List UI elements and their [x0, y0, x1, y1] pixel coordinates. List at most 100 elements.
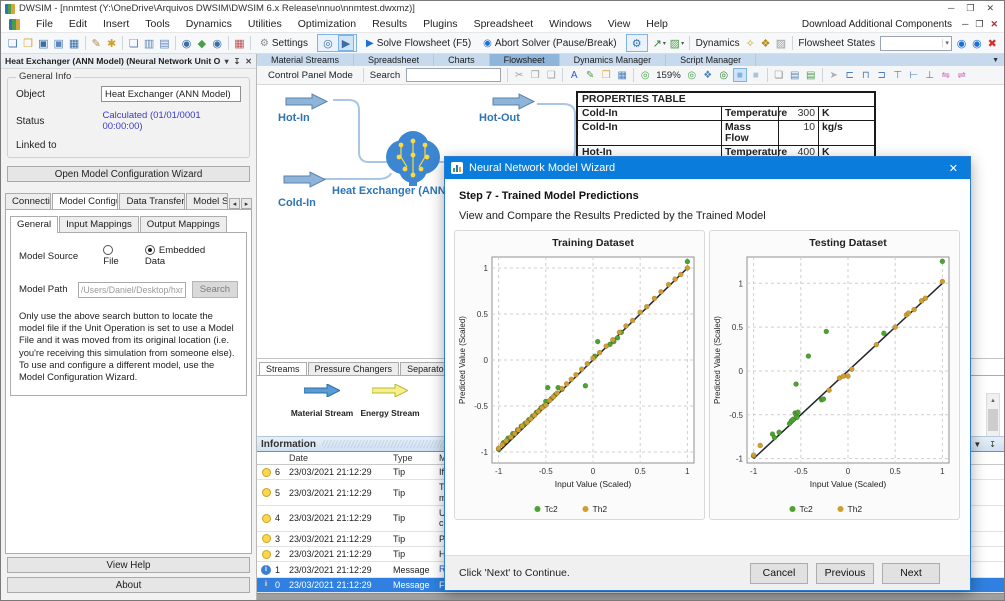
- state-restore-icon[interactable]: ◉: [970, 35, 983, 51]
- inspector-icon[interactable]: ▦: [233, 35, 246, 51]
- label-hot-out[interactable]: Hot-Out: [479, 112, 520, 124]
- tile-vertical-icon[interactable]: ▥: [142, 35, 155, 51]
- tabs-dropdown-icon[interactable]: ▼: [987, 54, 1004, 66]
- menu-file[interactable]: File: [28, 17, 61, 31]
- abort-solver-button[interactable]: ◉Abort Solver (Pause/Break): [480, 37, 619, 50]
- multi-select-icon[interactable]: ➤: [827, 68, 841, 82]
- search-button[interactable]: Search: [192, 281, 238, 298]
- about-button[interactable]: About: [7, 577, 250, 593]
- panel-pin-icon[interactable]: ↧: [989, 440, 996, 449]
- open-model-wizard-button[interactable]: Open Model Configuration Wizard: [7, 166, 250, 182]
- mdi-minimize-icon[interactable]: ─: [962, 19, 968, 30]
- page-setup-icon[interactable]: ❏: [772, 68, 786, 82]
- help-icon[interactable]: ◉: [180, 35, 193, 51]
- palette-tab-streams[interactable]: Streams: [259, 362, 307, 376]
- about-icon[interactable]: ◉: [211, 35, 224, 51]
- minimize-icon[interactable]: ─: [948, 3, 954, 14]
- subtab-output-mappings[interactable]: Output Mappings: [140, 216, 227, 232]
- tile-horizontal-icon[interactable]: ▤: [158, 35, 171, 51]
- menu-plugins[interactable]: Plugins: [415, 17, 465, 31]
- object-name-input[interactable]: [101, 86, 241, 102]
- edit-appearance-icon[interactable]: ✎: [583, 68, 597, 82]
- menu-results[interactable]: Results: [364, 17, 415, 31]
- settings-button[interactable]: ⚙Settings: [257, 37, 311, 50]
- print-icon[interactable]: ▤: [788, 68, 802, 82]
- save-as-icon[interactable]: ▣: [52, 35, 65, 51]
- radio-embedded-icon[interactable]: [145, 245, 155, 255]
- open-file-icon[interactable]: ❒: [21, 35, 34, 51]
- tab-material-streams[interactable]: Material Streams: [257, 54, 354, 66]
- menu-insert[interactable]: Insert: [95, 17, 137, 31]
- tab-scroll-right-icon[interactable]: ▸: [241, 198, 252, 209]
- solve-once-icon[interactable]: ▶: [338, 35, 354, 51]
- tab-spreadsheet[interactable]: Spreadsheet: [354, 54, 434, 66]
- dynamics-wand-icon[interactable]: ✧: [744, 35, 757, 51]
- align-top-icon[interactable]: ⊤: [891, 68, 905, 82]
- pin-icon[interactable]: ↧: [234, 57, 241, 66]
- dialog-close-icon[interactable]: ✕: [943, 162, 964, 175]
- menu-view[interactable]: View: [600, 17, 639, 31]
- sensitivity-icon[interactable]: ▨▾: [669, 35, 685, 51]
- align-right-icon[interactable]: ⊐: [875, 68, 889, 82]
- scroll-up-icon[interactable]: ▲: [990, 394, 996, 407]
- cancel-button[interactable]: Cancel: [750, 563, 808, 584]
- radio-file-icon[interactable]: [103, 245, 113, 255]
- stream-cold-in[interactable]: [284, 172, 325, 187]
- menu-tools[interactable]: Tools: [137, 17, 178, 31]
- view-help-button[interactable]: View Help: [7, 557, 250, 573]
- tab-charts[interactable]: Charts: [434, 54, 490, 66]
- flowsheet-search-input[interactable]: [406, 68, 501, 82]
- palette-tab-pressure-changers[interactable]: Pressure Changers: [308, 362, 400, 375]
- edit-script-icon[interactable]: ✎: [90, 35, 103, 51]
- properties-table[interactable]: PROPERTIES TABLE Cold-InTemperature300KC…: [576, 91, 876, 161]
- menu-optimization[interactable]: Optimization: [290, 17, 364, 31]
- tab-dynamics-manager[interactable]: Dynamics Manager: [560, 54, 667, 66]
- flip-horizontal-icon[interactable]: ⇋: [939, 68, 953, 82]
- dialog-titlebar[interactable]: Neural Network Model Wizard ✕: [445, 157, 970, 179]
- maximize-icon[interactable]: ❐: [966, 3, 974, 14]
- cut-icon[interactable]: ✂: [512, 68, 526, 82]
- add-note-icon[interactable]: ❒: [599, 68, 613, 82]
- label-cold-in[interactable]: Cold-In: [278, 197, 316, 209]
- cascade-windows-icon[interactable]: ❏: [127, 35, 140, 51]
- align-center-icon[interactable]: ⊓: [859, 68, 873, 82]
- menu-dynamics[interactable]: Dynamics: [178, 17, 240, 31]
- font-icon[interactable]: A: [567, 68, 581, 82]
- stream-hot-in[interactable]: [286, 94, 327, 109]
- tab-model-sun[interactable]: Model Sun: [186, 193, 228, 209]
- label-heat-exchanger[interactable]: Heat Exchanger (ANN: [332, 185, 446, 197]
- compounds-icon[interactable]: ✱: [105, 35, 118, 51]
- panel-menu-icon[interactable]: ▾: [225, 57, 229, 66]
- model-source-embedded-radio[interactable]: Embedded Data: [145, 245, 238, 267]
- zoom-out-icon[interactable]: ◎: [638, 68, 652, 82]
- align-left-icon[interactable]: ⊏: [843, 68, 857, 82]
- tab-model-configuration[interactable]: Model Configuration: [52, 193, 118, 209]
- tab-flowsheet[interactable]: Flowsheet: [490, 54, 560, 66]
- toggle-grid-icon[interactable]: ■: [733, 68, 747, 82]
- state-add-icon[interactable]: ◉: [955, 35, 968, 51]
- paste-icon[interactable]: ❑: [544, 68, 558, 82]
- neural-network-brain-icon[interactable]: [386, 131, 440, 186]
- save-icon[interactable]: ▣: [37, 35, 50, 51]
- align-bottom-icon[interactable]: ⊥: [923, 68, 937, 82]
- control-panel-mode-button[interactable]: Control Panel Mode: [263, 69, 358, 82]
- tab-scroll-left-icon[interactable]: ◂: [229, 198, 240, 209]
- download-additional-components[interactable]: Download Additional Components: [802, 19, 952, 30]
- next-button[interactable]: Next: [882, 563, 940, 584]
- menu-windows[interactable]: Windows: [541, 17, 600, 31]
- zoom-selected-icon[interactable]: ◎: [717, 68, 731, 82]
- model-source-file-radio[interactable]: File: [103, 245, 145, 267]
- align-middle-icon[interactable]: ⊢: [907, 68, 921, 82]
- print-preview-icon[interactable]: ▤: [804, 68, 818, 82]
- toggle-snap-icon[interactable]: ■: [749, 68, 763, 82]
- flowsheet-states-select[interactable]: ▾: [880, 36, 952, 51]
- scroll-thumb[interactable]: [988, 409, 998, 431]
- new-file-icon[interactable]: ❏: [6, 35, 19, 51]
- mdi-close-icon[interactable]: ✕: [990, 19, 998, 30]
- label-hot-in[interactable]: Hot-In: [278, 112, 310, 124]
- close-icon[interactable]: ✕: [986, 3, 994, 14]
- menu-edit[interactable]: Edit: [61, 17, 95, 31]
- subtab-general[interactable]: General: [10, 216, 58, 233]
- stream-hot-out[interactable]: [493, 94, 534, 109]
- zoom-in-icon[interactable]: ◎: [685, 68, 699, 82]
